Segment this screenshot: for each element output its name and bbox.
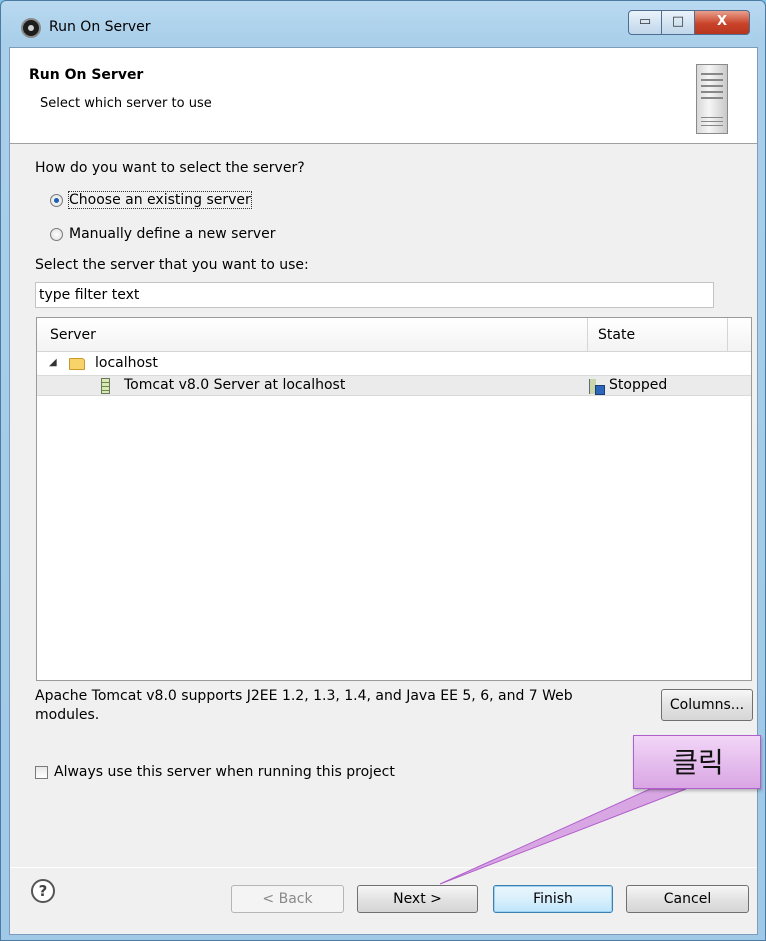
next-button[interactable]: Next >	[357, 885, 478, 913]
always-use-checkbox-row[interactable]: Always use this server when running this…	[35, 764, 395, 780]
radio-new-label[interactable]: Manually define a new server	[69, 226, 276, 242]
column-divider[interactable]	[587, 318, 588, 352]
server-table[interactable]: Server State ◢ localhost Tomcat v8.0 Ser…	[36, 317, 752, 681]
window-title: Run On Server	[49, 19, 151, 35]
dialog-client-area: Run On Server Select which server to use…	[9, 47, 758, 935]
close-button[interactable]: X	[694, 10, 750, 35]
minimize-button[interactable]: ▭	[628, 10, 662, 35]
eclipse-app-icon	[21, 18, 41, 38]
cancel-button[interactable]: Cancel	[626, 885, 749, 913]
server-icon	[101, 378, 110, 394]
dialog-window: Run On Server ▭ □ X Run On Server Select…	[0, 0, 766, 941]
folder-icon	[69, 358, 85, 370]
radio-choose-existing[interactable]: Choose an existing server	[50, 190, 252, 210]
server-banner-icon	[696, 64, 728, 134]
server-description: Apache Tomcat v8.0 supports J2EE 1.2, 1.…	[35, 688, 573, 723]
help-icon[interactable]: ?	[31, 879, 55, 903]
button-bar-separator	[10, 867, 757, 868]
stopped-state-icon	[589, 379, 605, 395]
radio-unchecked-icon[interactable]	[50, 227, 63, 241]
columns-button[interactable]: Columns...	[661, 689, 753, 721]
column-header-state[interactable]: State	[598, 327, 635, 343]
radio-checked-icon[interactable]	[50, 193, 63, 207]
wizard-description: Select which server to use	[40, 96, 212, 111]
selection-question: How do you want to select the server?	[35, 160, 305, 176]
tree-row-localhost[interactable]: ◢ localhost	[37, 354, 751, 375]
title-bar[interactable]: Run On Server ▭ □ X	[1, 1, 765, 47]
expand-triangle-icon[interactable]: ◢	[49, 357, 57, 368]
server-name: Tomcat v8.0 Server at localhost	[124, 377, 346, 393]
radio-existing-label[interactable]: Choose an existing server	[68, 191, 252, 209]
always-use-checkbox[interactable]	[35, 765, 48, 779]
filter-input[interactable]	[35, 282, 714, 308]
wizard-title: Run On Server	[29, 67, 144, 83]
click-callout: 클릭	[633, 735, 761, 789]
wizard-header: Run On Server Select which server to use	[10, 48, 757, 144]
finish-button[interactable]: Finish	[493, 885, 613, 913]
column-divider[interactable]	[727, 318, 728, 352]
back-button[interactable]: < Back	[231, 885, 344, 913]
always-use-label[interactable]: Always use this server when running this…	[54, 764, 395, 780]
callout-text: 클릭	[672, 746, 724, 779]
maximize-button[interactable]: □	[661, 10, 695, 35]
radio-define-new[interactable]: Manually define a new server	[50, 224, 276, 244]
server-state: Stopped	[609, 377, 668, 393]
filter-label: Select the server that you want to use:	[35, 257, 309, 273]
host-label: localhost	[95, 355, 158, 371]
column-header-server[interactable]: Server	[50, 327, 96, 343]
table-header: Server State	[37, 318, 751, 352]
tree-row-tomcat[interactable]: Tomcat v8.0 Server at localhost Stopped	[37, 375, 751, 396]
